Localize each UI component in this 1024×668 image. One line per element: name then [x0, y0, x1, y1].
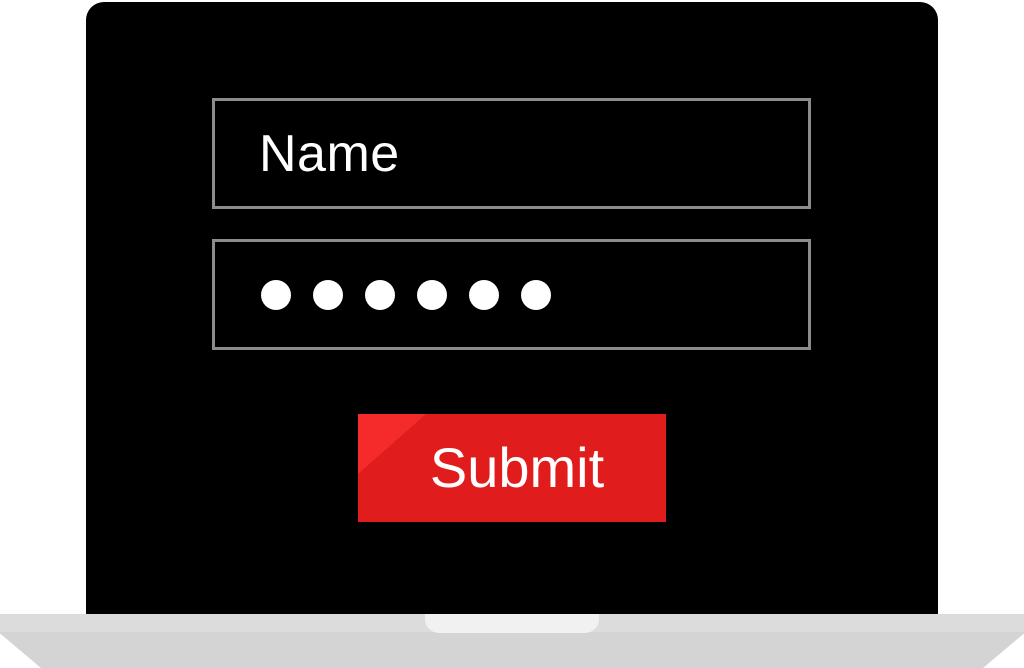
button-highlight: [358, 414, 426, 474]
password-mask-dot: [417, 279, 447, 310]
password-mask-dot: [313, 279, 343, 310]
submit-button-label: Submit: [429, 436, 605, 499]
password-mask-dot: [261, 279, 291, 310]
password-input[interactable]: [212, 239, 811, 350]
password-mask-dot: [469, 279, 499, 310]
laptop-screen: Name Submit: [86, 2, 938, 622]
name-input[interactable]: Name: [212, 98, 811, 209]
password-mask-dot: [521, 279, 551, 310]
password-mask-dot: [365, 279, 395, 310]
submit-button[interactable]: Submit: [358, 414, 666, 522]
laptop-illustration: Name Submit: [0, 0, 1024, 668]
laptop-hinge-notch: [425, 614, 599, 633]
name-input-value: Name: [259, 124, 400, 183]
